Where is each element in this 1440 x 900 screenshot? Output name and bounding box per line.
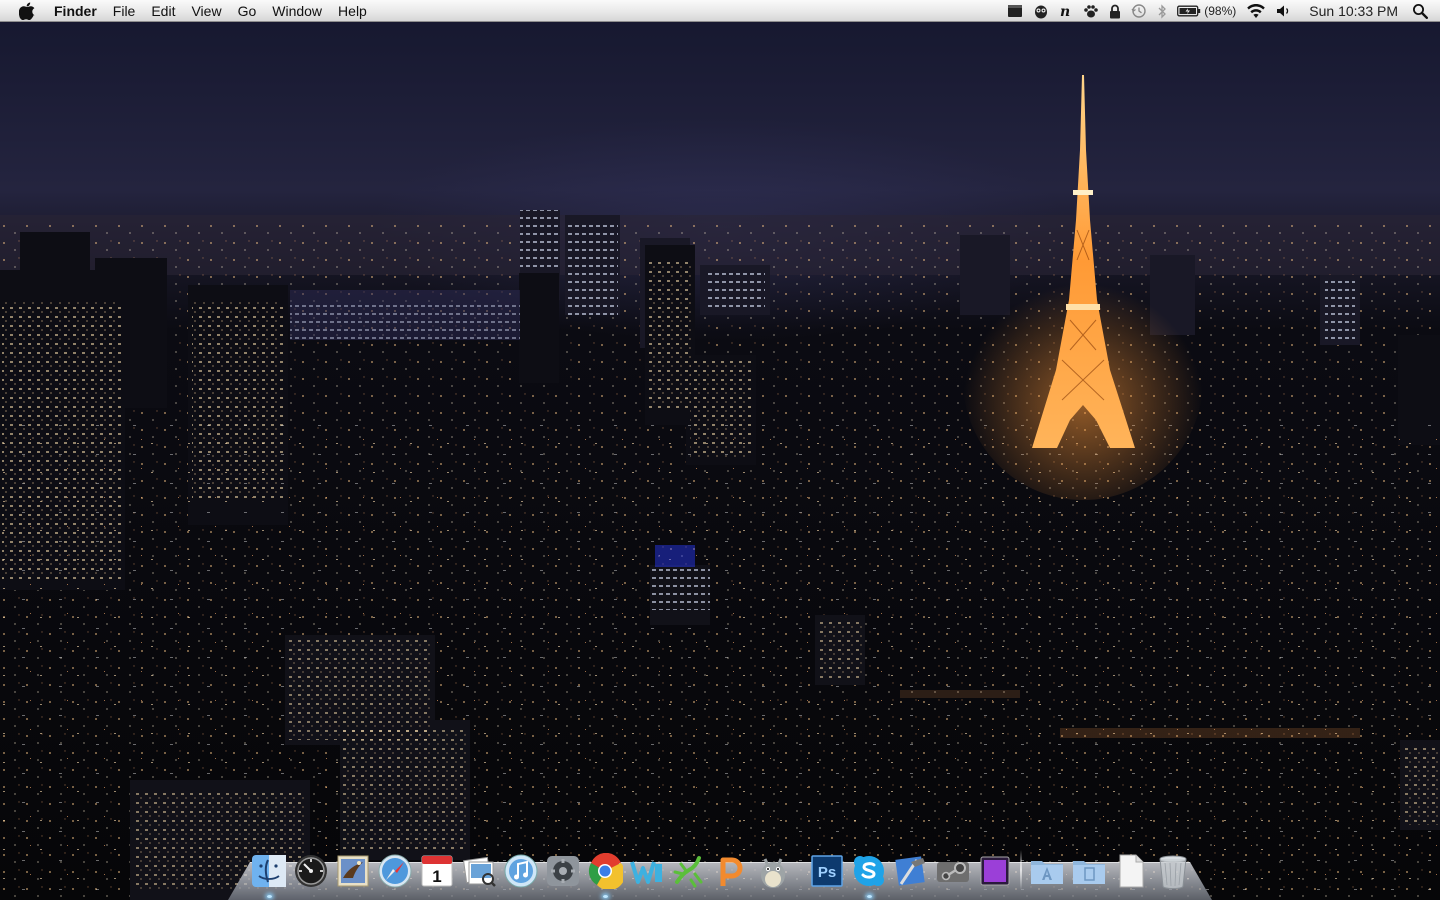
finder-dock-icon[interactable]	[250, 852, 288, 898]
photoshop-dock-icon[interactable]: Ps	[808, 852, 846, 890]
menu-window[interactable]: Window	[264, 0, 330, 22]
menu-edit[interactable]: Edit	[143, 0, 183, 22]
bluetooth-icon[interactable]	[1152, 0, 1172, 22]
skype-running-indicator	[866, 895, 872, 898]
spotlight-search-icon[interactable]	[1406, 0, 1440, 22]
menu-view[interactable]: View	[183, 0, 229, 22]
paw-icon[interactable]	[1078, 0, 1104, 22]
chrome-dock-icon[interactable]	[586, 852, 624, 898]
svg-text:n: n	[1060, 4, 1070, 18]
dock-items: 1 Ps	[250, 846, 1196, 898]
menu-bar-right: n (98%) Sun 10:33 PM	[1002, 0, 1440, 22]
totoro-dock-icon[interactable]	[754, 852, 792, 890]
calendar-day: 1	[432, 867, 441, 886]
wifi-icon[interactable]	[1241, 0, 1271, 22]
lizard-app-dock-icon[interactable]	[670, 852, 708, 890]
purple-app-dock-icon[interactable]	[976, 852, 1014, 890]
dock: 1 Ps	[228, 850, 1212, 900]
w-app-dock-icon[interactable]	[628, 852, 666, 890]
menu-extra-icon[interactable]	[1002, 0, 1028, 22]
itunes-dock-icon[interactable]	[502, 852, 540, 890]
p-app-dock-icon[interactable]	[712, 852, 750, 890]
trash-dock-icon[interactable]	[1154, 852, 1192, 890]
menu-go[interactable]: Go	[230, 0, 265, 22]
lock-icon[interactable]	[1104, 0, 1126, 22]
documents-folder-dock-icon[interactable]	[1070, 852, 1108, 890]
owl-icon[interactable]	[1028, 0, 1054, 22]
time-machine-icon[interactable]	[1126, 0, 1152, 22]
finder-running-indicator	[266, 895, 272, 898]
xcode-dock-icon[interactable]	[892, 852, 930, 890]
photoshop-label: Ps	[818, 864, 836, 881]
notational-n-icon[interactable]: n	[1054, 0, 1078, 22]
document-file-dock-icon[interactable]	[1112, 852, 1150, 890]
menu-bar: Finder File Edit View Go Window Help n (…	[0, 0, 1440, 22]
dashboard-dock-icon[interactable]	[292, 852, 330, 890]
desktop-wallpaper	[0, 0, 1440, 900]
calendar-dock-icon[interactable]: 1	[418, 852, 456, 890]
menu-bar-left: Finder File Edit View Go Window Help	[0, 0, 375, 22]
skype-dock-icon[interactable]	[850, 852, 888, 898]
applications-folder-dock-icon[interactable]	[1028, 852, 1066, 890]
apple-logo-icon[interactable]	[16, 0, 38, 22]
menu-clock[interactable]: Sun 10:33 PM	[1297, 0, 1406, 22]
menu-app-name[interactable]: Finder	[52, 0, 105, 22]
menu-help[interactable]: Help	[330, 0, 375, 22]
steam-dock-icon[interactable]	[934, 852, 972, 890]
menu-file[interactable]: File	[105, 0, 144, 22]
preview-dock-icon[interactable]	[460, 852, 498, 890]
city-night-wallpaper	[0, 75, 1440, 900]
chrome-running-indicator	[602, 895, 608, 898]
volume-icon[interactable]	[1271, 0, 1297, 22]
mail-dock-icon[interactable]	[334, 852, 372, 890]
battery-percent: (98%)	[1204, 4, 1237, 18]
safari-dock-icon[interactable]	[376, 852, 414, 890]
dock-separator	[1020, 850, 1022, 890]
battery-icon[interactable]: (98%)	[1172, 0, 1241, 22]
system-preferences-dock-icon[interactable]	[544, 852, 582, 890]
